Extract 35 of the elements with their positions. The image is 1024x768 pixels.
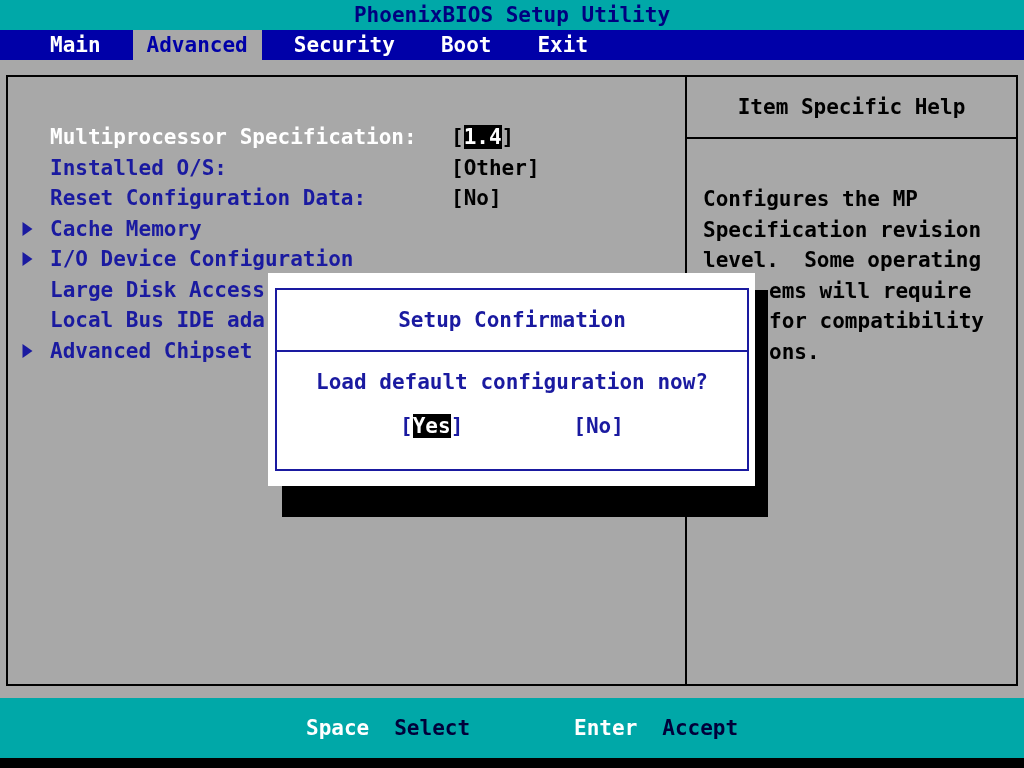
key-hint: Space [306,716,370,740]
menu-tab[interactable]: Advanced [132,30,262,60]
help-text: Configures the MP [703,186,919,213]
setting-label[interactable]: Reset Configuration Data: [50,186,451,211]
setting-row[interactable]: Cache Memory [8,213,685,244]
help-text: for compatibility [768,308,985,335]
setting-label[interactable]: Cache Memory [50,216,451,241]
window-title: PhoenixBIOS Setup Utility [353,3,671,27]
menu-tab[interactable]: Main [36,30,115,60]
help-text: level. Some operating [703,247,983,274]
dialog-message: Load default configuration now? [316,370,708,394]
help-title: Item Specific Help [737,95,966,119]
setting-row[interactable]: Advanced Chipset [8,335,685,366]
menu-tab[interactable]: Exit [523,30,603,60]
submenu-arrow-icon [22,252,33,267]
setting-label[interactable]: I/O Device Configuration [50,247,451,272]
help-text: ems will require [768,277,973,305]
submenu-arrow-icon [22,221,33,236]
key-hint: Enter [574,716,638,740]
setting-value[interactable]: [Other] [451,155,540,180]
setting-row[interactable]: Reset Configuration Data: [No] [8,183,685,214]
setting-row[interactable]: Multiprocessor Specification: [1.4] [8,122,685,153]
help-text: ons. [768,338,821,366]
menu-tab[interactable]: Security [279,30,409,60]
menu-tab[interactable]: Boot [426,30,506,60]
dialog-option[interactable]: [No] [573,414,624,438]
key-action: Accept [662,716,739,740]
help-text: Specification revision [703,216,983,244]
setting-value[interactable]: [No] [451,186,502,211]
setting-row[interactable]: Installed O/S: [Other] [8,152,685,183]
key-action: Select [394,716,471,740]
setting-label[interactable]: Installed O/S: [50,155,451,180]
dialog-title: Setup Confirmation [398,308,626,332]
setting-row[interactable]: I/O Device Configuration [8,244,685,275]
submenu-arrow-icon [22,343,33,358]
